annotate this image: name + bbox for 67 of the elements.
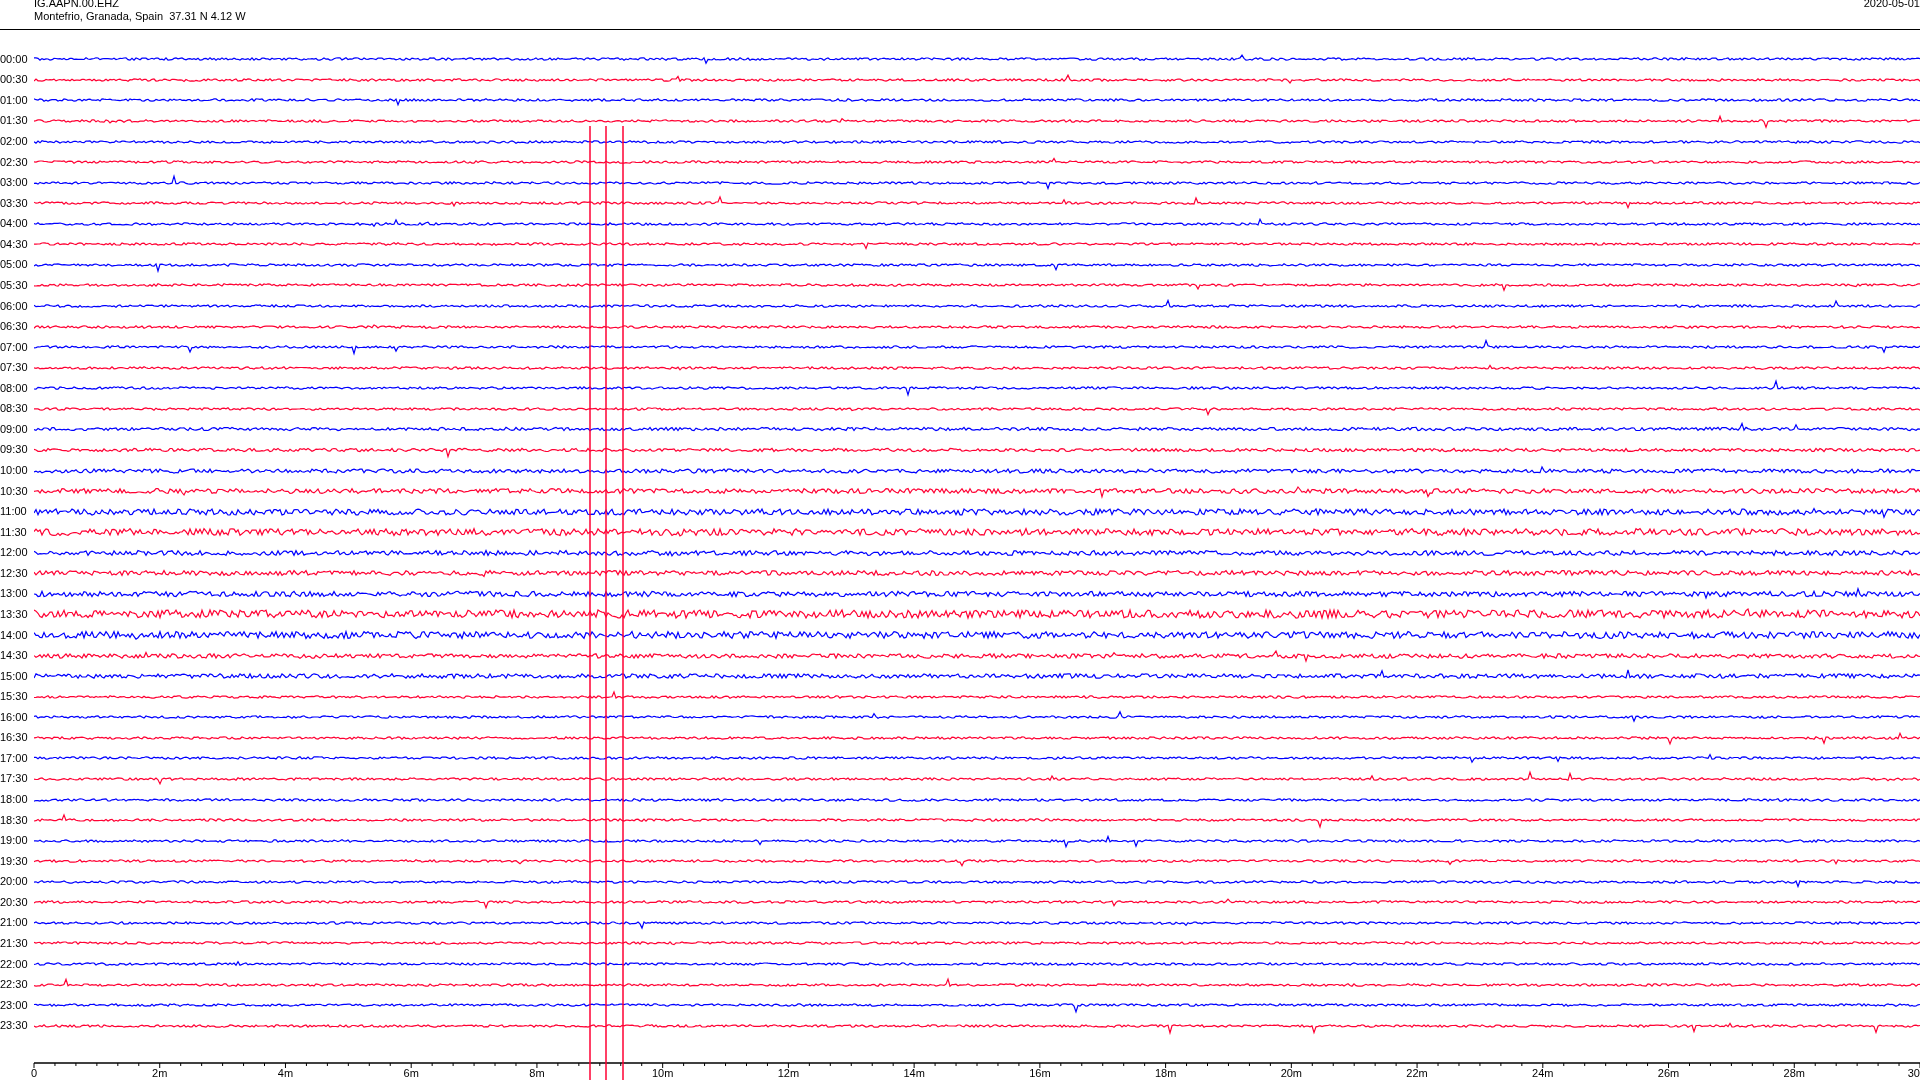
time-label: 05:30: [0, 279, 29, 291]
time-label: 23:00: [0, 999, 29, 1011]
time-label: 09:00: [0, 423, 29, 435]
time-label: 10:30: [0, 485, 29, 497]
time-label: 12:30: [0, 567, 29, 579]
axis-tick-label: 30: [1907, 1067, 1920, 1079]
axis-tick-label: 14m: [903, 1067, 925, 1079]
axis-tick-label: 18m: [1154, 1067, 1177, 1079]
time-label: 10:00: [0, 465, 29, 477]
date-label: 2020-05-01: [1863, 0, 1920, 11]
time-label: 06:00: [0, 300, 29, 312]
time-label: 23:30: [0, 1020, 29, 1032]
time-label: 01:00: [0, 94, 29, 106]
time-label: 14:00: [0, 629, 29, 641]
axis-tick-label: 8m: [529, 1067, 545, 1079]
time-label: 16:30: [0, 732, 29, 744]
time-label: 04:30: [0, 238, 29, 250]
time-label: 14:30: [0, 650, 29, 662]
time-label: 20:00: [0, 876, 29, 888]
axis-tick-label: 2m: [152, 1067, 168, 1079]
time-label: 18:30: [0, 814, 29, 826]
time-label: 22:00: [0, 958, 29, 970]
time-label: 00:00: [0, 53, 29, 65]
axis-tick-label: 0: [30, 1067, 38, 1079]
time-label: 15:30: [0, 691, 29, 703]
time-label: 07:00: [0, 341, 29, 353]
time-label: 09:30: [0, 444, 29, 456]
station-code: IG.AAPN.00.EHZ: [34, 0, 120, 10]
time-label: 04:00: [0, 218, 29, 230]
time-label: 21:00: [0, 917, 29, 929]
axis-tick-label: 20m: [1280, 1067, 1303, 1079]
time-label: 07:30: [0, 362, 29, 374]
time-label: 12:00: [0, 547, 29, 559]
time-label: 11:00: [0, 506, 28, 518]
time-label: 13:30: [0, 608, 29, 620]
time-label: 03:00: [0, 177, 29, 189]
time-label: 17:00: [0, 752, 29, 764]
time-label: 21:30: [0, 937, 29, 949]
time-label: 06:30: [0, 321, 29, 333]
time-label: 20:30: [0, 896, 29, 908]
time-label: 11:30: [0, 526, 28, 538]
time-label: 05:00: [0, 259, 29, 271]
time-label: 01:30: [0, 115, 29, 127]
time-label: 19:00: [0, 835, 29, 847]
time-label: 17:30: [0, 773, 29, 785]
time-label: 02:30: [0, 156, 29, 168]
time-label: 13:00: [0, 588, 29, 600]
axis-tick-label: 6m: [403, 1067, 419, 1079]
time-label: 02:00: [0, 136, 29, 148]
time-label: 16:00: [0, 711, 29, 723]
axis-tick-label: 24m: [1532, 1067, 1554, 1079]
axis-tick-label: 12m: [777, 1067, 800, 1079]
time-label: 00:30: [0, 74, 29, 86]
time-label: 15:00: [0, 670, 29, 682]
time-label: 19:30: [0, 855, 29, 867]
time-label: 08:00: [0, 382, 29, 394]
axis-tick-label: 28m: [1783, 1067, 1805, 1079]
axis-tick-label: 22m: [1406, 1067, 1428, 1079]
axis-tick-label: 4m: [277, 1067, 294, 1079]
time-label: 22:30: [0, 979, 29, 991]
time-label: 18:00: [0, 794, 29, 806]
axis-tick-label: 16m: [1029, 1067, 1051, 1079]
station-location: Montefrio, Granada, Spain 37.31 N 4.12 W: [34, 10, 246, 23]
time-label: 03:30: [0, 197, 29, 209]
axis-tick-label: 10m: [651, 1067, 674, 1079]
axis-tick-label: 26m: [1657, 1067, 1680, 1079]
time-label: 08:30: [0, 403, 29, 415]
